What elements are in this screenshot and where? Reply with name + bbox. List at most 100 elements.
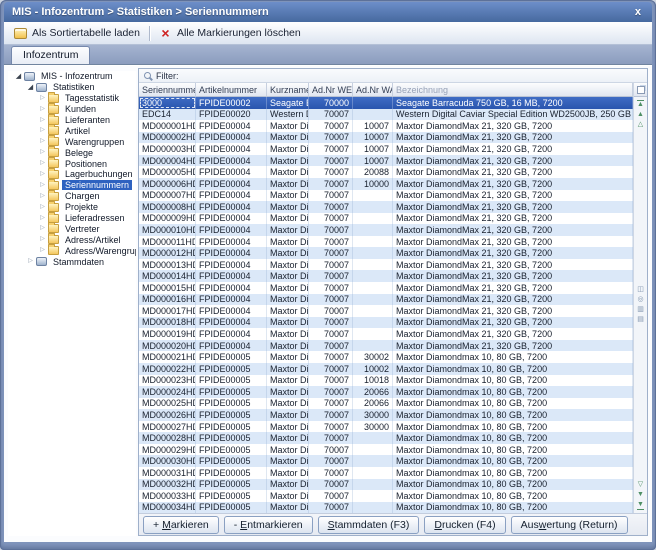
expand-icon[interactable]: ▷ <box>26 257 35 266</box>
expand-icon[interactable]: ▷ <box>38 105 47 114</box>
expand-icon[interactable]: ▷ <box>38 192 47 201</box>
mark-icon[interactable]: ▥ <box>637 306 644 314</box>
table-row[interactable]: MD000021HDFPIDE00005Maxtor Dia7000730002… <box>139 351 633 363</box>
split-icon[interactable]: ◫ <box>637 286 644 294</box>
table-row[interactable]: MD000013HDFPIDE00004Maxtor Dia70007Maxto… <box>139 259 633 271</box>
tree-item-adress-artikel[interactable]: ▷Adress/Artikel <box>8 234 136 245</box>
table-row[interactable]: MD000012HDFPIDE00004Maxtor Dia70007Maxto… <box>139 247 633 259</box>
table-cell: MD000031HD <box>139 467 196 479</box>
tree-item-seriennummern[interactable]: ▷Seriennummern <box>8 180 136 191</box>
expand-icon[interactable]: ▷ <box>38 203 47 212</box>
expand-icon[interactable]: ▷ <box>38 235 47 244</box>
table-row[interactable]: MD000028HDFPIDE00005Maxtor Dia70007Maxto… <box>139 432 633 444</box>
expand-icon[interactable]: ▷ <box>38 159 47 168</box>
tree-item-statistiken[interactable]: ◢Statistiken <box>8 82 136 93</box>
table-row[interactable]: MD000033HDFPIDE00005Maxtor Dia70007Maxto… <box>139 490 633 502</box>
expand-icon[interactable]: ▷ <box>38 181 47 190</box>
column-header-artikelnummer[interactable]: Artikelnummer <box>196 83 267 97</box>
tree-item-lagerbuchungen[interactable]: ▷Lagerbuchungen <box>8 169 136 180</box>
search-icon[interactable]: ◎ <box>637 296 643 304</box>
toolbar-button-als-sortiertabelle-laden[interactable]: Als Sortiertabelle laden <box>9 25 145 41</box>
table-row[interactable]: MD000024HDFPIDE00005Maxtor Dia7000720066… <box>139 386 633 398</box>
table-row[interactable]: MD000008HDFPIDE00004Maxtor Dia70007Maxto… <box>139 201 633 213</box>
tree-item-tagesstatistik[interactable]: ▷Tagesstatistik <box>8 93 136 104</box>
line-up-icon[interactable]: △ <box>638 121 643 129</box>
tab-infozentrum[interactable]: Infozentrum <box>11 46 90 64</box>
table-row[interactable]: MD000002HDFPIDE00004Maxtor Dia7000710007… <box>139 132 633 144</box>
table-row[interactable]: MD000026HDFPIDE00005Maxtor Dia7000730000… <box>139 409 633 421</box>
table-row[interactable]: MD000017HDFPIDE00004Maxtor Dia70007Maxto… <box>139 305 633 317</box>
table-row[interactable]: MD000006HDFPIDE00004Maxtor Dia7000710000… <box>139 178 633 190</box>
column-header-bezeichnung[interactable]: Bezeichnung <box>393 83 633 97</box>
tree-item-kunden[interactable]: ▷Kunden <box>8 104 136 115</box>
expand-icon[interactable]: ▷ <box>38 214 47 223</box>
tree-item-lieferadressen[interactable]: ▷Lieferadressen <box>8 213 136 224</box>
column-header-kurzname[interactable]: Kurzname <box>267 83 309 97</box>
tree-item-belege[interactable]: ▷Belege <box>8 147 136 158</box>
expand-icon[interactable]: ▷ <box>38 170 47 179</box>
expand-icon[interactable]: ▷ <box>38 137 47 146</box>
table-row[interactable]: MD000010HDFPIDE00004Maxtor Dia70007Maxto… <box>139 224 633 236</box>
table-row[interactable]: MD000032HDFPIDE00005Maxtor Dia70007Maxto… <box>139 479 633 491</box>
column-header-seriennummer[interactable]: Seriennummer <box>139 83 196 97</box>
table-row[interactable]: MD000001HDFPIDE00004Maxtor Dia7000710007… <box>139 120 633 132</box>
go-top-icon[interactable]: ▲ <box>637 100 644 109</box>
collapse-icon[interactable]: ◢ <box>14 72 23 81</box>
table-row[interactable]: MD000009HDFPIDE00004Maxtor Dia70007Maxto… <box>139 213 633 225</box>
action-button-stammdaten-f3[interactable]: Stammdaten (F3) <box>318 516 420 534</box>
table-row[interactable]: MD000019HDFPIDE00004Maxtor Dia70007Maxto… <box>139 328 633 340</box>
expand-icon[interactable]: ▷ <box>38 126 47 135</box>
table-row[interactable]: MD000034HDFPIDE00005Maxtor Dia70007Maxto… <box>139 502 633 513</box>
table-row[interactable]: MD000025HDFPIDE00005Maxtor Dia7000720066… <box>139 398 633 410</box>
table-row[interactable]: MD000023HDFPIDE00005Maxtor Dia7000710018… <box>139 375 633 387</box>
table-row[interactable]: MD000020HDFPIDE00004Maxtor Dia70007Maxto… <box>139 340 633 352</box>
tree-item-stammdaten[interactable]: ▷Stammdaten <box>8 256 136 267</box>
table-row[interactable]: MD000022HDFPIDE00005Maxtor Dia7000710002… <box>139 363 633 375</box>
table-row[interactable]: MD000016HDFPIDE00004Maxtor Dia70007Maxto… <box>139 294 633 306</box>
column-header-adnr-we[interactable]: Ad.Nr WE <box>309 83 353 97</box>
table-row[interactable]: MD000031HDFPIDE00005Maxtor Dia70007Maxto… <box>139 467 633 479</box>
tree-item-artikel[interactable]: ▷Artikel <box>8 125 136 136</box>
expand-icon[interactable]: ▷ <box>38 116 47 125</box>
table-row[interactable]: MD000029HDFPIDE00005Maxtor Dia70007Maxto… <box>139 444 633 456</box>
tree-item-positionen[interactable]: ▷Positionen <box>8 158 136 169</box>
line-down-icon[interactable]: ▽ <box>638 481 643 489</box>
collapse-icon[interactable]: ◢ <box>26 83 35 92</box>
column-header-label: Bezeichnung <box>396 85 448 95</box>
filter-icon[interactable]: ▤ <box>637 316 644 324</box>
action-button-auswertung-return[interactable]: Auswertung (Return) <box>511 516 628 534</box>
tree-item-adress-warengruppen[interactable]: ▷Adress/Warengruppen <box>8 245 136 256</box>
page-up-icon[interactable]: ▲ <box>637 111 644 119</box>
table-row[interactable]: MD000011HDFPIDE00004Maxtor Dia70007Maxto… <box>139 236 633 248</box>
table-row[interactable]: MD000014HDFPIDE00004Maxtor Dia70007Maxto… <box>139 270 633 282</box>
table-row[interactable]: MD000004HDFPIDE00004Maxtor Dia7000710007… <box>139 155 633 167</box>
table-row[interactable]: MD000005HDFPIDE00004Maxtor Dia7000720088… <box>139 166 633 178</box>
tree-item-mis-infozentrum[interactable]: ◢MIS - Infozentrum <box>8 71 136 82</box>
close-icon[interactable]: x <box>632 6 644 18</box>
action-button-drucken-f4[interactable]: Drucken (F4) <box>424 516 505 534</box>
column-header-adnr-wa[interactable]: Ad.Nr WA <box>353 83 393 97</box>
table-row[interactable]: 3000FPIDE00002Seagate Ba70000Seagate Bar… <box>139 97 633 109</box>
toolbar-button-alle-markierungen-l-schen[interactable]: ×Alle Markierungen löschen <box>154 25 306 41</box>
action-button-markieren[interactable]: + Markieren <box>143 516 219 534</box>
tree-item-chargen[interactable]: ▷Chargen <box>8 191 136 202</box>
table-row[interactable]: EDC14FPIDE00020Western Di70007Western Di… <box>139 109 633 121</box>
column-chooser-button[interactable] <box>634 83 647 97</box>
expand-icon[interactable]: ▷ <box>38 148 47 157</box>
action-button-entmarkieren[interactable]: - Entmarkieren <box>224 516 313 534</box>
expand-icon[interactable]: ▷ <box>38 94 47 103</box>
expand-icon[interactable]: ▷ <box>38 246 47 255</box>
table-row[interactable]: MD000007HDFPIDE00004Maxtor Dia70007Maxto… <box>139 190 633 202</box>
tree-item-lieferanten[interactable]: ▷Lieferanten <box>8 115 136 126</box>
table-row[interactable]: MD000030HDFPIDE00005Maxtor Dia70007Maxto… <box>139 455 633 467</box>
expand-icon[interactable]: ▷ <box>38 224 47 233</box>
tree-item-vertreter[interactable]: ▷Vertreter <box>8 223 136 234</box>
table-row[interactable]: MD000003HDFPIDE00004Maxtor Dia7000710007… <box>139 143 633 155</box>
table-row[interactable]: MD000015HDFPIDE00004Maxtor Dia70007Maxto… <box>139 282 633 294</box>
page-down-icon[interactable]: ▼ <box>637 491 644 499</box>
go-bottom-icon[interactable]: ▼ <box>637 501 644 510</box>
tree-item-projekte[interactable]: ▷Projekte <box>8 202 136 213</box>
table-row[interactable]: MD000027HDFPIDE00005Maxtor Dia7000730000… <box>139 421 633 433</box>
table-row[interactable]: MD000018HDFPIDE00004Maxtor Dia70007Maxto… <box>139 317 633 329</box>
tree-item-warengruppen[interactable]: ▷Warengruppen <box>8 136 136 147</box>
